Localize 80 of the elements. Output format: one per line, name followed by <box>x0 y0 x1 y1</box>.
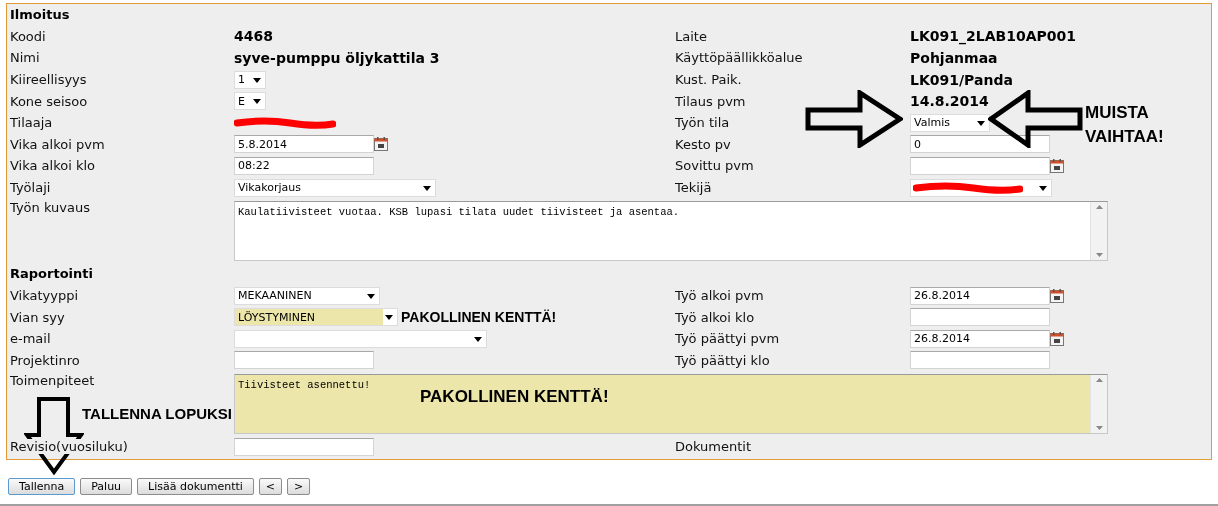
field-label: Työlaji <box>10 180 51 196</box>
dropdown[interactable]: 1 <box>234 70 266 89</box>
field-value: LK091_2LAB10AP001 <box>910 28 1076 45</box>
date-field[interactable] <box>910 156 1050 175</box>
field-label: Vikatyyppi <box>10 288 79 303</box>
callout-text: TALLENNA LOPUKSI <box>82 404 232 424</box>
field-label: Revisio(vuosiluku) <box>10 439 128 455</box>
field-value: syve-pumppu öljykattila 3 <box>234 50 440 66</box>
callout-text: MUISTA VAIHTAA! <box>1085 102 1165 148</box>
field-label: Toimenpiteet <box>10 373 95 389</box>
field-label: Työ alkoi klo <box>675 309 755 325</box>
field-value: 4468 <box>234 28 273 45</box>
field-label: Dokumentit <box>675 439 752 455</box>
calendar-icon[interactable] <box>1050 331 1064 346</box>
calendar-icon[interactable] <box>1050 158 1064 173</box>
field-label: Laite <box>675 28 707 44</box>
scroll-up-icon[interactable] <box>1095 378 1103 383</box>
form-button[interactable]: Tallenna <box>8 478 76 496</box>
dropdown[interactable]: MEKAANINEN <box>234 286 380 305</box>
dropdown[interactable] <box>910 178 1052 197</box>
date-field[interactable]: 5.8.2014 <box>234 135 374 154</box>
dropdown[interactable]: E <box>234 92 266 111</box>
input-field[interactable] <box>910 308 1050 327</box>
caret-icon <box>474 336 482 342</box>
dropdown[interactable]: Valmis <box>910 113 990 132</box>
field-label: Kust. Paik. <box>675 72 742 88</box>
input-field[interactable] <box>234 437 374 456</box>
field-label: Käyttöpäällikköalue <box>675 50 803 66</box>
section-title: Raportointi <box>10 266 94 282</box>
text-area[interactable]: Kaulatiivisteet vuotaa. KSB lupasi tilata uudet tiivisteet ja asentaa. <box>234 201 1108 262</box>
scrollbar[interactable] <box>1090 202 1107 261</box>
field-label: Projektinro <box>10 352 80 368</box>
callout-text: PAKOLLINEN KENTTÄ! <box>420 386 609 408</box>
input-field[interactable] <box>234 351 374 370</box>
field-label: Työ alkoi pvm <box>675 288 764 303</box>
field-label: Vian syy <box>10 309 65 325</box>
field-label: Työn tila <box>675 115 730 131</box>
field-value: 14.8.2014 <box>910 93 989 110</box>
field-label: Työn kuvaus <box>10 200 90 216</box>
field-label: Sovittu pvm <box>675 158 754 174</box>
caret-icon <box>977 120 985 126</box>
scrollbar[interactable] <box>1090 375 1107 434</box>
field-value: Pohjanmaa <box>910 50 998 66</box>
input-field[interactable]: 0 <box>910 135 1050 154</box>
scroll-down-icon[interactable] <box>1095 253 1103 258</box>
form-button[interactable]: > <box>287 478 311 496</box>
dropdown[interactable]: LÖYSTYMINEN <box>234 308 398 327</box>
field-label: Kesto pv <box>675 136 731 152</box>
form-button[interactable]: Paluu <box>80 478 133 496</box>
field-label: Tilaus pvm <box>675 93 746 109</box>
field-value: LK091/Panda <box>910 71 1013 88</box>
scroll-down-icon[interactable] <box>1095 426 1103 431</box>
caret-icon <box>1039 185 1047 191</box>
right-arrow-icon <box>805 90 903 148</box>
date-field[interactable]: 26.8.2014 <box>910 286 1050 305</box>
caret-icon <box>253 77 261 83</box>
form-button[interactable]: < <box>258 478 283 496</box>
section-title: Ilmoitus <box>10 7 71 23</box>
left-arrow-icon <box>988 90 1086 148</box>
date-field[interactable]: 26.8.2014 <box>910 329 1050 348</box>
input-field[interactable] <box>910 351 1050 370</box>
caret-icon <box>367 293 375 299</box>
caret-icon <box>385 315 393 321</box>
caret-icon <box>423 185 431 191</box>
scroll-up-icon[interactable] <box>1095 205 1103 210</box>
field-label: Kiireellisyys <box>10 72 87 88</box>
input-field[interactable]: 08:22 <box>234 156 374 175</box>
field-label: Työ päättyi pvm <box>675 331 780 347</box>
calendar-icon[interactable] <box>374 137 388 152</box>
calendar-icon[interactable] <box>1050 288 1064 303</box>
field-label: Vika alkoi pvm <box>10 136 105 152</box>
dropdown[interactable]: Vikakorjaus <box>234 178 436 197</box>
form-button[interactable]: Lisää dokumentti <box>137 478 254 496</box>
field-label: Työ päättyi klo <box>675 352 770 368</box>
required-note: PAKOLLINEN KENTTÄ! <box>401 309 557 326</box>
field-label: Tilaaja <box>10 115 53 131</box>
field-label: Kone seisoo <box>10 93 88 109</box>
caret-icon <box>253 99 261 105</box>
field-label: Tekijä <box>675 180 712 196</box>
field-label: Koodi <box>10 28 46 44</box>
